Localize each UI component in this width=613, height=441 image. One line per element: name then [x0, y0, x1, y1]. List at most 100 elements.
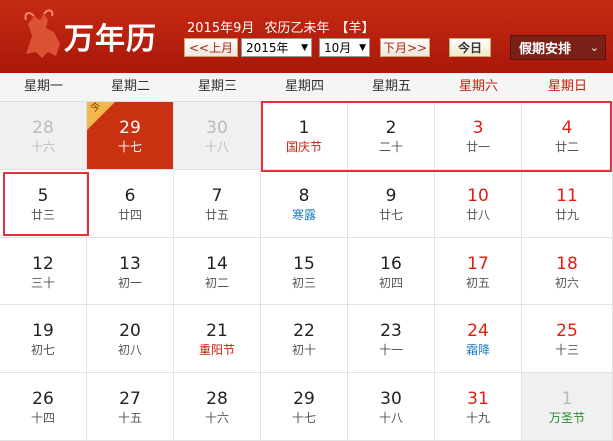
day-number: 13: [119, 253, 141, 274]
day-cell[interactable]: 1 国庆节: [261, 102, 348, 170]
day-number: 8: [298, 185, 310, 206]
lunar-date: 十七: [117, 140, 142, 154]
calendar-widget: 万年历 2015年9月 农历乙未年 【羊】 <<上月 2015年 ▼ 10月 ▼ …: [0, 0, 613, 441]
holiday-schedule-label: 假期安排: [519, 42, 572, 57]
lunar-date: 初五: [465, 275, 490, 290]
day-cell[interactable]: 18 初六: [522, 237, 613, 306]
day-cell[interactable]: 31 十九: [435, 373, 522, 441]
day-cell[interactable]: 9 廿七: [348, 169, 435, 238]
day-number: 29: [293, 389, 315, 410]
day-cell[interactable]: 4 廿二: [522, 102, 613, 170]
day-cell[interactable]: 29 十七: [261, 373, 348, 441]
day-cell[interactable]: 16 初四: [348, 237, 435, 306]
day-cell[interactable]: 3 廿一: [435, 102, 522, 170]
day-cell[interactable]: 22 初十: [261, 305, 348, 374]
day-cell[interactable]: 21 重阳节: [174, 305, 261, 374]
next-month-button[interactable]: 下月>>: [380, 38, 430, 57]
day-cell[interactable]: 2 二十: [348, 102, 435, 170]
month-select[interactable]: 10月 ▼: [319, 38, 370, 57]
day-cell[interactable]: 15 初三: [261, 237, 348, 306]
calendar-header: 万年历 2015年9月 农历乙未年 【羊】 <<上月 2015年 ▼ 10月 ▼ …: [0, 0, 613, 73]
day-cell[interactable]: 13 初一: [87, 237, 174, 306]
lunar-date: 十五: [117, 411, 142, 426]
day-cell[interactable]: 24 霜降: [435, 305, 522, 374]
day-cell[interactable]: 28 十六: [0, 102, 87, 170]
day-cell[interactable]: 6 廿四: [87, 169, 174, 238]
lunar-date: 十六: [204, 411, 229, 426]
day-number: 10: [467, 185, 489, 206]
lunar-date: 三十: [30, 275, 55, 290]
day-event-label: 霜降: [465, 343, 490, 358]
lunar-date: 初七: [30, 343, 55, 358]
lunar-date: 廿七: [378, 207, 403, 222]
day-cell[interactable]: 28 十六: [174, 373, 261, 441]
day-number: 23: [380, 321, 402, 342]
day-cell[interactable]: 10 廿八: [435, 169, 522, 238]
day-cell-today[interactable]: 今 29 十七: [87, 102, 174, 170]
prev-month-button[interactable]: <<上月: [184, 38, 238, 57]
dropdown-arrow-icon: ▼: [301, 42, 308, 53]
day-number: 31: [467, 389, 489, 410]
day-number: 5: [37, 185, 49, 206]
weekday-label: 星期三: [197, 79, 237, 94]
day-number: 20: [119, 321, 141, 342]
lunar-date: 廿五: [204, 207, 229, 222]
day-cell[interactable]: 1 万圣节: [522, 373, 613, 441]
lunar-date: 初十: [291, 343, 316, 358]
lunar-date: 十八: [378, 411, 403, 426]
day-cell[interactable]: 25 十三: [522, 305, 613, 374]
day-number: 7: [211, 185, 223, 206]
day-number: 1: [561, 389, 573, 410]
lunar-date: 二十: [378, 140, 403, 154]
solar-date: 2015年9月: [187, 21, 255, 36]
day-cell[interactable]: 26 十四: [0, 373, 87, 441]
day-cell[interactable]: 30 十八: [348, 373, 435, 441]
weekday-label: 星期日: [547, 79, 587, 94]
day-cell[interactable]: 7 廿五: [174, 169, 261, 238]
day-cell[interactable]: 8 寒露: [261, 169, 348, 238]
lunar-date: 廿九: [554, 207, 579, 222]
day-number: 3: [472, 118, 484, 138]
lunar-date: 廿一: [465, 140, 490, 154]
day-number: 2: [385, 118, 397, 138]
day-number: 17: [467, 253, 489, 274]
lunar-date: 十四: [30, 411, 55, 426]
today-button[interactable]: 今日: [449, 38, 491, 57]
day-event-label: 重阳节: [198, 343, 235, 358]
lunar-date: 十三: [554, 343, 579, 358]
lunar-date: 十七: [291, 411, 316, 426]
lunar-year: 农历乙未年: [264, 21, 330, 36]
day-cell[interactable]: 11 廿九: [522, 169, 613, 238]
day-number: 30: [206, 118, 228, 138]
day-cell[interactable]: 12 三十: [0, 237, 87, 306]
day-cell[interactable]: 23 十一: [348, 305, 435, 374]
day-number: 28: [32, 118, 54, 138]
day-number: 26: [32, 389, 54, 410]
day-number: 14: [206, 253, 228, 274]
year-select[interactable]: 2015年 ▼: [241, 38, 312, 57]
weekday-label: 星期五: [371, 79, 411, 94]
dropdown-arrow-icon: ▼: [359, 42, 366, 53]
lunar-date: 十六: [30, 140, 55, 154]
holiday-schedule-dropdown[interactable]: 假期安排 ⌄: [510, 35, 606, 60]
day-cell[interactable]: 30 十八: [174, 102, 261, 170]
today-badge-label: 今: [90, 103, 100, 114]
day-number: 16: [380, 253, 402, 274]
lunar-date: 十一: [378, 343, 403, 358]
day-number: 1: [298, 118, 310, 138]
year-select-value: 2015年: [246, 41, 289, 55]
day-number: 15: [293, 253, 315, 274]
lunar-date: 廿八: [465, 207, 490, 222]
lunar-date: 初八: [117, 343, 142, 358]
day-number: 9: [385, 185, 397, 206]
day-cell[interactable]: 27 十五: [87, 373, 174, 441]
day-number: 30: [380, 389, 402, 410]
day-number: 6: [124, 185, 136, 206]
day-cell[interactable]: 5 廿三: [0, 169, 87, 238]
day-cell[interactable]: 19 初七: [0, 305, 87, 374]
day-number: 19: [32, 321, 54, 342]
day-cell[interactable]: 17 初五: [435, 237, 522, 306]
day-event-label: 寒露: [291, 207, 316, 222]
day-cell[interactable]: 14 初二: [174, 237, 261, 306]
day-cell[interactable]: 20 初八: [87, 305, 174, 374]
